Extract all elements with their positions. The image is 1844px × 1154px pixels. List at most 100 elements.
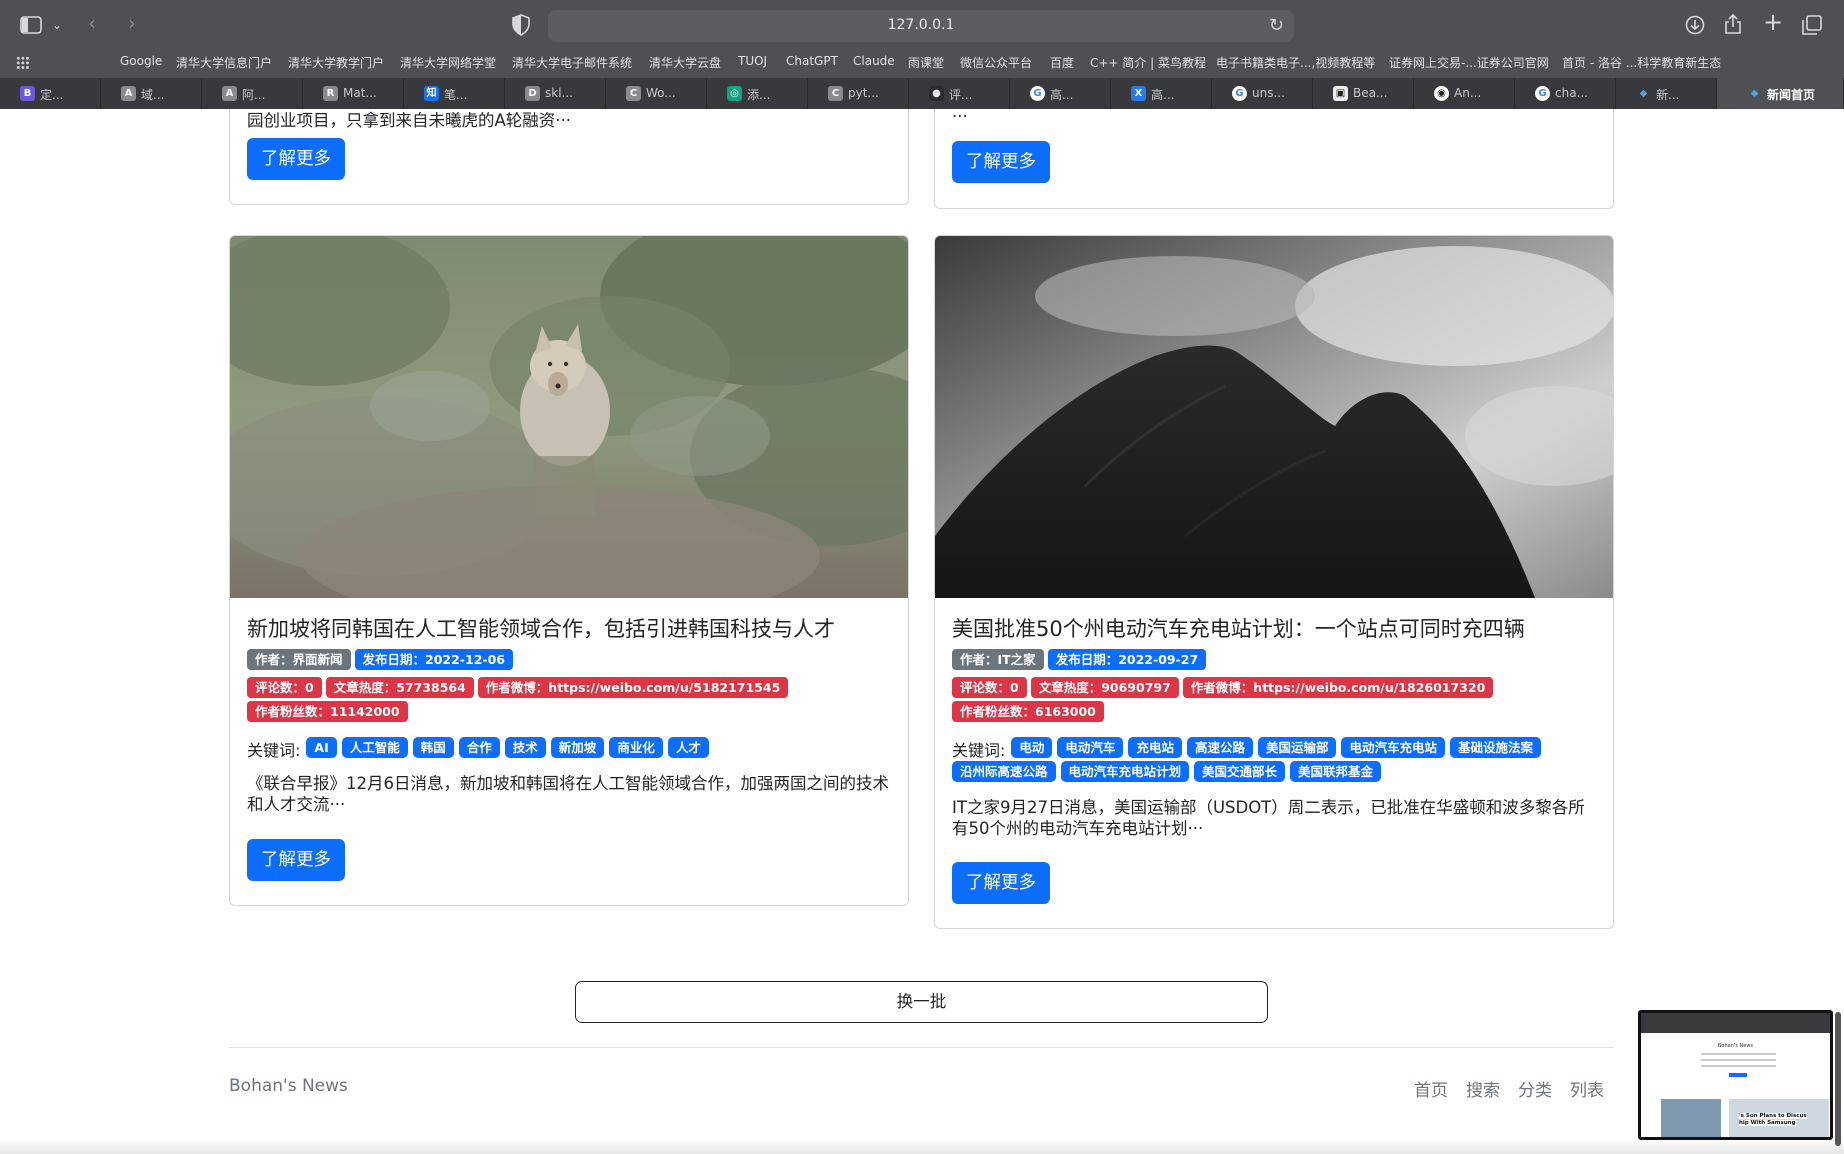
bookmark-yuketang[interactable]: 雨课堂 — [908, 54, 944, 71]
browser-tab-active[interactable]: ◆ 新闻首页 — [1717, 78, 1844, 109]
browser-tab[interactable]: Guns... — [1212, 78, 1313, 109]
card-image — [230, 236, 908, 598]
tab-favicon-icon: G — [1535, 86, 1550, 101]
bookmark-securities[interactable]: 证券网上交易-...证券公司官网 — [1389, 54, 1549, 71]
bookmark-tuoj[interactable]: TUOJ — [738, 54, 767, 68]
tab-overview-icon[interactable] — [1802, 15, 1822, 35]
bookmark-ebooks[interactable]: 电子书籍类电子...,视频教程等 — [1216, 54, 1375, 71]
keyword-tag[interactable]: AI — [306, 737, 337, 758]
window-preview-thumbnail[interactable]: Bohan's News 's Son Plans to Discus hip … — [1638, 1010, 1833, 1140]
chevron-down-icon[interactable]: ⌄ — [52, 15, 62, 35]
url-text: 127.0.0.1 — [887, 17, 955, 33]
keyword-tag[interactable]: 人工智能 — [341, 737, 408, 758]
keyword-tag[interactable]: 沿州际高速公路 — [952, 761, 1056, 782]
browser-tab[interactable]: ◆ 新... — [1616, 78, 1717, 109]
card-image — [935, 236, 1613, 598]
back-icon[interactable]: ‹ — [88, 13, 96, 33]
browser-tab[interactable]: ● 评... — [909, 78, 1010, 109]
keyword-tag[interactable]: 美国运输部 — [1257, 737, 1337, 758]
tab-favicon-icon: X — [1131, 86, 1146, 101]
article-title[interactable]: 新加坡将同韩国在人工智能领域合作，包括引进韩国科技与人才 — [247, 615, 891, 643]
bookmark-baidu[interactable]: 百度 — [1050, 54, 1074, 71]
tab-label: uns... — [1252, 86, 1285, 100]
date-badge: 发布日期：2022-12-06 — [354, 649, 513, 670]
footer-link-search[interactable]: 搜索 — [1466, 1076, 1500, 1101]
tab-label: 阿... — [242, 88, 266, 102]
keyword-tag[interactable]: 人才 — [667, 737, 709, 758]
browser-tab[interactable]: Dskl... — [505, 78, 606, 109]
thumbnail-text-line — [1701, 1065, 1776, 1067]
bookmark-chatgpt[interactable]: ChatGPT — [786, 54, 838, 68]
scrollbar[interactable] — [1835, 1012, 1841, 1146]
keyword-tag[interactable]: 电动汽车充电站 — [1341, 737, 1445, 758]
apps-grid-icon[interactable] — [16, 56, 30, 70]
keyword-tag[interactable]: 高速公路 — [1186, 737, 1253, 758]
footer-brand[interactable]: Bohan's News — [229, 1076, 348, 1096]
keyword-tag[interactable]: 充电站 — [1128, 737, 1182, 758]
browser-tab[interactable]: ◎ 添... — [707, 78, 808, 109]
browser-tab[interactable]: B 定... — [0, 78, 101, 109]
keyword-tag[interactable]: 基础设施法案 — [1450, 737, 1542, 758]
bookmark-claude[interactable]: Claude — [853, 54, 895, 68]
keyword-tag[interactable]: 新加坡 — [550, 737, 605, 758]
tab-label: 高... — [1151, 88, 1175, 102]
learn-more-button[interactable]: 了解更多 — [247, 839, 345, 881]
bookmark-tsinghua-learn[interactable]: 清华大学网络学堂 — [400, 54, 496, 71]
tab-favicon-icon: G — [1030, 86, 1045, 101]
browser-tab[interactable]: A 阿... — [202, 78, 303, 109]
browser-tab[interactable]: ◉ An... — [1414, 78, 1515, 109]
reload-icon[interactable]: ↻ — [1269, 15, 1284, 36]
keyword-tag[interactable]: 电动汽车 — [1057, 737, 1124, 758]
keyword-tag[interactable]: 电动汽车充电站计划 — [1060, 761, 1190, 782]
tab-favicon-icon: D — [525, 86, 540, 101]
forward-icon[interactable]: › — [128, 13, 136, 33]
tab-favicon-icon: ◎ — [727, 86, 742, 101]
share-icon[interactable] — [1724, 13, 1742, 35]
keywords-label: 关键词: — [247, 741, 301, 760]
browser-tab[interactable]: C Wo... — [606, 78, 707, 109]
browser-tab[interactable]: A 域... — [101, 78, 202, 109]
footer-link-home[interactable]: 首页 — [1414, 1076, 1448, 1101]
keywords-row: 关键词: AI 人工智能 韩国 合作 技术 新加坡 商业化 人才 — [247, 737, 891, 761]
keyword-tag[interactable]: 技术 — [504, 737, 546, 758]
sidebar-toggle-icon[interactable] — [20, 16, 42, 34]
keyword-tag[interactable]: 韩国 — [412, 737, 454, 758]
tab-favicon-icon: ◆ — [1639, 88, 1648, 99]
address-bar[interactable]: 127.0.0.1 ↻ — [548, 10, 1294, 42]
learn-more-button[interactable]: 了解更多 — [952, 141, 1050, 183]
keyword-tag[interactable]: 电动 — [1011, 737, 1053, 758]
new-tab-icon[interactable]: + — [1763, 10, 1783, 34]
browser-tab[interactable]: ▣ Bea... — [1313, 78, 1414, 109]
refresh-batch-button[interactable]: 换一批 — [575, 981, 1268, 1023]
article-title[interactable]: 美国批准50个州电动汽车充电站计划：一个站点可同时充四辆 — [952, 615, 1596, 643]
footer-link-category[interactable]: 分类 — [1518, 1076, 1552, 1101]
card-summary: ··· — [952, 109, 968, 126]
browser-tab[interactable]: X 高... — [1111, 78, 1212, 109]
stats-badges: 评论数：0 文章热度：90690797 作者微博：https://weibo.com… — [952, 677, 1596, 725]
author-badge: 作者：IT之家 — [952, 649, 1044, 670]
download-icon[interactable] — [1685, 15, 1705, 35]
bookmark-tsinghua-cloud[interactable]: 清华大学云盘 — [649, 54, 721, 71]
bookmark-tsinghua-mail[interactable]: 清华大学电子邮件系统 — [512, 54, 632, 71]
bookmark-tsinghua-info[interactable]: 清华大学信息门户 — [176, 54, 272, 71]
browser-tab[interactable]: Cpyt... — [808, 78, 909, 109]
bookmark-luogu[interactable]: 首页 - 洛谷 ...科学教育新生态 — [1562, 54, 1721, 71]
browser-tab[interactable]: R Mat... — [303, 78, 404, 109]
keyword-tag[interactable]: 美国交通部长 — [1194, 761, 1286, 782]
article-summary: IT之家9月27日消息，美国运输部（USDOT）周二表示，已批准在华盛顿和波多黎… — [952, 798, 1585, 838]
learn-more-button[interactable]: 了解更多 — [247, 138, 345, 180]
footer-link-list[interactable]: 列表 — [1570, 1076, 1604, 1101]
keyword-tag[interactable]: 商业化 — [609, 737, 663, 758]
news-card-partial: 园创业项目，只拿到来自未曦虎的A轮融资··· 了解更多 — [229, 109, 909, 205]
privacy-shield-icon[interactable] — [512, 14, 530, 36]
bookmark-wechat-mp[interactable]: 微信公众平台 — [960, 54, 1032, 71]
keyword-tag[interactable]: 合作 — [458, 737, 500, 758]
keyword-tag[interactable]: 美国联邦基金 — [1290, 761, 1382, 782]
bookmark-tsinghua-teaching[interactable]: 清华大学教学门户 — [288, 54, 384, 71]
browser-tab[interactable]: Gcha... — [1515, 78, 1616, 109]
bookmark-google[interactable]: Google — [120, 54, 162, 68]
bookmark-runoob[interactable]: C++ 简介 | 菜鸟教程 — [1090, 54, 1206, 71]
browser-tab[interactable]: 知笔... — [404, 78, 505, 109]
learn-more-button[interactable]: 了解更多 — [952, 862, 1050, 904]
browser-tab[interactable]: G 高... — [1010, 78, 1111, 109]
